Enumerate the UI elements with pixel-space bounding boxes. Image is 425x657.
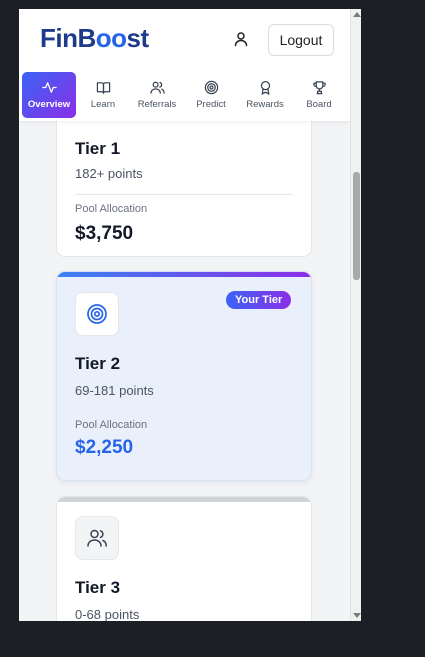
- logo-text-prefix: FinB: [40, 23, 96, 53]
- pool-allocation-value: $2,250: [75, 437, 134, 458]
- pool-allocation-value: $3,750: [75, 223, 134, 244]
- tab-label: Rewards: [246, 99, 284, 110]
- tier-title: Tier 3: [75, 578, 121, 597]
- book-icon: [96, 82, 110, 94]
- users-icon: [149, 81, 165, 94]
- tab-rewards[interactable]: Rewards: [238, 72, 292, 118]
- target-icon: [204, 80, 218, 95]
- tier-title: Tier 2: [75, 354, 121, 373]
- trophy-icon: [312, 81, 326, 95]
- tier-accent-bar: [57, 272, 311, 277]
- pool-allocation-label: Pool Allocation: [75, 203, 148, 215]
- your-tier-badge: Your Tier: [226, 291, 292, 309]
- tab-label: Overview: [27, 99, 71, 110]
- scrollbar-thumb[interactable]: [353, 172, 360, 280]
- activity-icon: [41, 82, 57, 93]
- tab-label: Referrals: [137, 99, 177, 110]
- award-icon: [260, 80, 270, 95]
- tier-points: 0-68 points: [75, 607, 140, 621]
- tier-accent-bar: [57, 497, 311, 502]
- tier-card-3: Tier 3 0-68 points: [56, 496, 312, 621]
- user-icon[interactable]: [233, 31, 249, 47]
- tier-points: 69-181 points: [75, 383, 154, 398]
- app-header: FinBoost Logout: [19, 9, 350, 71]
- logo-text-suffix: st: [126, 23, 150, 53]
- tab-referrals[interactable]: Referrals: [130, 72, 184, 118]
- tab-learn[interactable]: Learn: [76, 72, 130, 118]
- tier-card-2: Your Tier Tier 2 69-181 points Pool Allo…: [56, 271, 312, 481]
- tab-label: Learn: [90, 99, 116, 110]
- target-icon: [87, 304, 107, 324]
- tab-predict[interactable]: Predict: [184, 72, 238, 118]
- tab-label: Board: [306, 99, 332, 110]
- vertical-scrollbar[interactable]: [350, 9, 361, 621]
- finboost-logo[interactable]: FinBoost: [40, 23, 149, 54]
- logo-text-mid: oo: [95, 23, 127, 53]
- browser-window: FinBoost Logout Overview Learn Referrals: [19, 9, 361, 621]
- tier-icon-box: [75, 516, 119, 560]
- tab-label: Predict: [196, 99, 226, 110]
- scroll-up-arrow-icon[interactable]: [353, 12, 361, 17]
- logout-button[interactable]: Logout: [268, 24, 334, 56]
- tab-overview[interactable]: Overview: [22, 72, 76, 118]
- divider: [75, 194, 293, 195]
- tab-board[interactable]: Board: [292, 72, 346, 118]
- tier-icon-box: [75, 292, 119, 336]
- page-content: FinBoost Logout Overview Learn Referrals: [19, 9, 350, 621]
- users-icon: [87, 529, 107, 547]
- main-nav: Overview Learn Referrals Predict Rewards…: [19, 71, 350, 121]
- tier-points: 182+ points: [75, 166, 143, 181]
- pool-allocation-label: Pool Allocation: [75, 419, 148, 431]
- tier-title: Tier 1: [75, 139, 121, 158]
- scroll-down-arrow-icon[interactable]: [353, 613, 361, 618]
